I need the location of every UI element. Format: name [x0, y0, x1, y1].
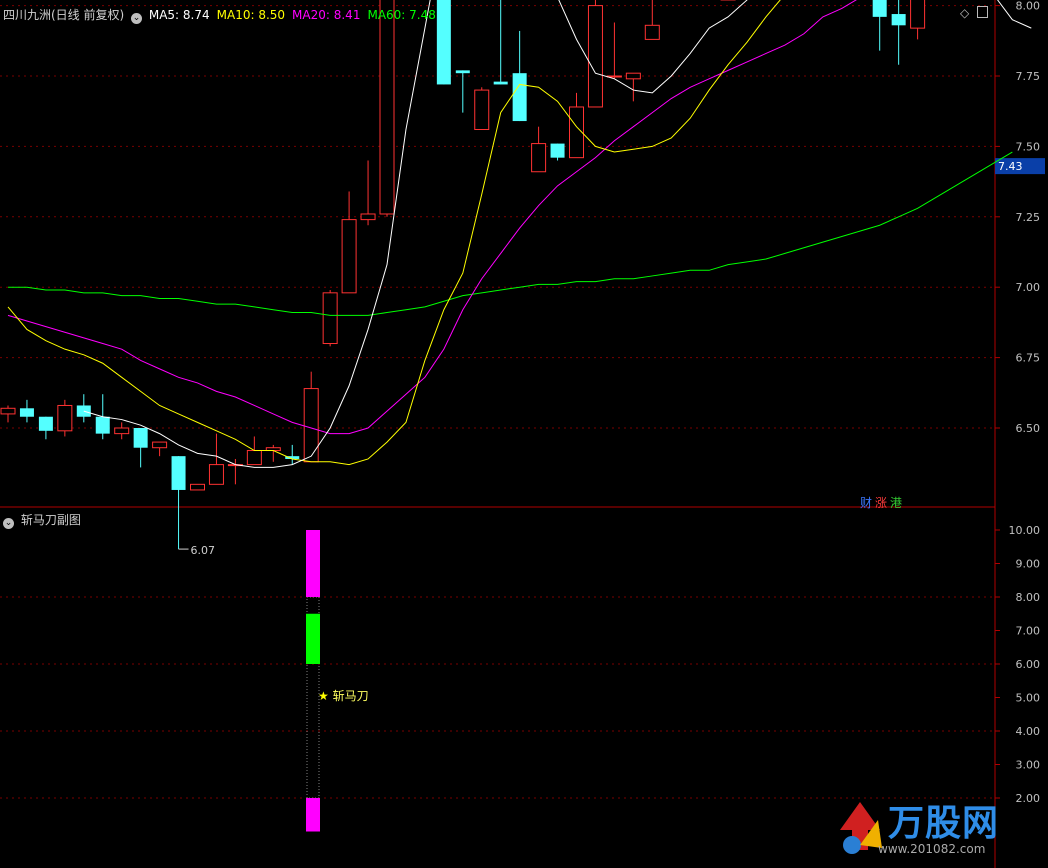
- candle-body-up: [625, 72, 641, 80]
- chart-canvas: 9.008.758.508.258.007.757.507.257.006.75…: [0, 0, 1045, 868]
- ma-label-1: MA10: 8.50: [216, 8, 286, 22]
- candle-body-up: [341, 219, 357, 294]
- candle-body-down: [171, 456, 186, 490]
- candle-body-up: [360, 213, 376, 221]
- ma60-line: [8, 151, 1013, 316]
- sub-bar-2: [306, 798, 320, 832]
- sub-tick-label: 4.00: [1016, 725, 1041, 738]
- candle-body-up: [114, 427, 130, 435]
- stock-title: 四川九洲(日线 前复权) ⌄ MA5: 8.74 MA10: 8.50 MA20: …: [3, 6, 443, 24]
- candle-body-up: [208, 464, 224, 485]
- ma5-line: [83, 0, 1032, 468]
- candle-body-down: [493, 81, 508, 85]
- candle-body-up: [246, 450, 262, 466]
- ma-label-0: MA5: 8.74: [148, 8, 210, 22]
- price-tick-label: 8.00: [1016, 0, 1041, 13]
- badge-0[interactable]: 财: [860, 496, 872, 510]
- sub-panel-title-text: 斩马刀副图: [20, 513, 81, 527]
- candle-body-down: [891, 14, 906, 26]
- candle-body-down: [95, 416, 110, 434]
- stock-title-text: 四川九洲(日线 前复权): [3, 8, 125, 22]
- info-badges: 财涨港: [860, 494, 905, 511]
- price-tick-label: 6.50: [1016, 422, 1041, 435]
- price-tick-label: 7.00: [1016, 281, 1041, 294]
- sub-toggle-icon[interactable]: ⌄: [3, 518, 14, 529]
- brand-name: 万股网: [888, 803, 1000, 844]
- current-price-label: 7.43: [998, 160, 1023, 173]
- price-tick-label: 7.75: [1016, 70, 1041, 83]
- badge-1[interactable]: 涨: [875, 496, 887, 510]
- ma10-line: [7, 0, 781, 466]
- candle-body-up: [190, 483, 205, 491]
- ma-legend: MA5: 8.74 MA10: 8.50 MA20: 8.41 MA60: 7.48: [149, 8, 443, 22]
- brand-logo: 万股网 www.201082.com: [830, 790, 1040, 862]
- signal-annotation: ★ 斩马刀: [318, 687, 369, 704]
- sub-tick-label: 9.00: [1016, 558, 1041, 571]
- ma-label-2: MA20: 8.41: [292, 8, 361, 22]
- candle-body-up: [0, 407, 16, 415]
- candle-body-up: [303, 388, 319, 463]
- sub-bar-1: [306, 613, 320, 664]
- badge-2[interactable]: 港: [890, 496, 902, 510]
- ma-label-3: MA60: 7.48: [367, 8, 436, 22]
- candle-body-up: [474, 89, 490, 131]
- candle-body-down: [133, 428, 148, 448]
- price-tick-label: 6.75: [1016, 352, 1041, 365]
- sub-tick-label: 7.00: [1016, 625, 1041, 638]
- candle-body-up: [587, 5, 603, 108]
- candle-body-up: [910, 0, 926, 29]
- star-icon: ★: [318, 689, 329, 703]
- signal-label: 斩马刀: [332, 689, 369, 703]
- candle-body-up: [531, 143, 547, 173]
- candle-body-up: [57, 404, 73, 432]
- ma-toggle-icon[interactable]: ⌄: [131, 13, 143, 24]
- brand-url: www.201082.com: [878, 842, 986, 856]
- candle-body-down: [550, 143, 565, 158]
- panel-controls: ◇: [960, 6, 989, 20]
- candle-body-down: [455, 70, 470, 74]
- sub-tick-label: 5.00: [1016, 692, 1041, 705]
- candle-body-down: [512, 73, 527, 122]
- sub-tick-label: 10.00: [1009, 524, 1041, 537]
- candle-body-down: [872, 0, 887, 17]
- candle-body-down: [38, 416, 53, 431]
- candle-body-up: [322, 292, 338, 345]
- low-annotation: 6.07: [191, 544, 216, 557]
- candle-body-up: [644, 24, 660, 40]
- sub-tick-label: 8.00: [1016, 591, 1041, 604]
- diamond-icon[interactable]: ◇: [960, 6, 969, 20]
- candle-body-up: [152, 441, 168, 449]
- price-tick-label: 7.50: [1016, 140, 1041, 153]
- sub-tick-label: 6.00: [1016, 658, 1041, 671]
- candle-body-down: [19, 408, 34, 417]
- sub-panel-title: ⌄ 斩马刀副图: [3, 511, 81, 529]
- sub-bar-0: [306, 530, 320, 597]
- maximize-icon[interactable]: [977, 6, 989, 18]
- sub-tick-label: 3.00: [1016, 759, 1041, 772]
- candle-body-up: [379, 0, 395, 215]
- price-tick-label: 7.25: [1016, 211, 1041, 224]
